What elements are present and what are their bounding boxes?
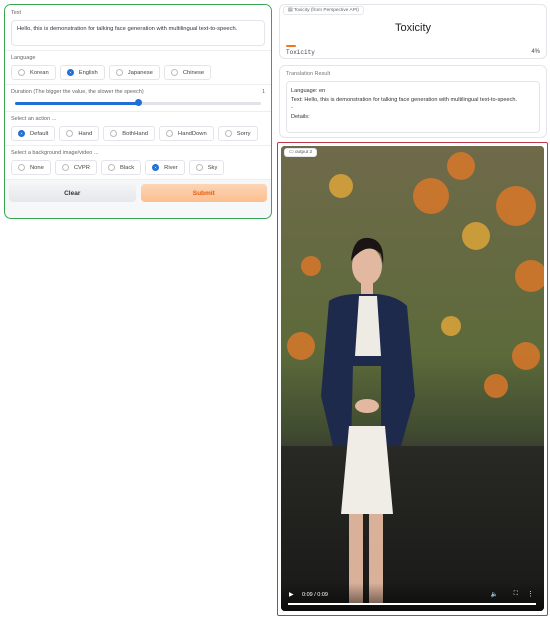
language-block: Language Korean English Japanese Chinese xyxy=(5,51,271,85)
radio-button-icon[interactable] xyxy=(18,69,25,76)
slider-thumb[interactable] xyxy=(134,99,142,106)
clear-button[interactable]: Clear xyxy=(9,184,136,202)
video-time: 0:09 / 0:09 xyxy=(302,592,328,598)
radio-label: CVPR xyxy=(73,164,90,171)
action-radio-group: Default Hand BothHand HandDown Sorry xyxy=(11,126,265,141)
radio-button-icon[interactable] xyxy=(18,130,25,137)
radio-label: Default xyxy=(30,130,49,137)
radio-button-icon[interactable] xyxy=(107,164,115,171)
toxicity-title: Toxicity xyxy=(394,22,432,34)
translation-line: Details: xyxy=(291,113,310,120)
toxicity-tag: ▤ Toxicity (from Perspective API) xyxy=(283,6,364,15)
radio-button-icon[interactable] xyxy=(115,69,123,76)
radio-option-cvpr[interactable]: CVPR xyxy=(54,160,97,175)
translation-label: Translation Result xyxy=(286,71,331,77)
background-radio-group: None CVPR Black River Sky xyxy=(11,160,265,175)
radio-option-handdown[interactable]: HandDown xyxy=(159,126,214,141)
volume-icon[interactable]: 🔈 xyxy=(491,591,498,598)
radio-label: Japanese xyxy=(127,69,153,76)
radio-label: Black xyxy=(119,164,135,171)
video-progress-bar[interactable] xyxy=(288,603,536,605)
language-radio-group: Korean English Japanese Chinese xyxy=(11,65,265,80)
video-controls: ▶ 0:09 / 0:09 🔈 ⛶ ⋮ xyxy=(281,583,544,611)
translation-line: - xyxy=(291,105,293,111)
radio-button-icon[interactable] xyxy=(152,164,160,171)
radio-button-icon[interactable] xyxy=(224,130,232,137)
input-panel: Text Hello, this is demonstration for ta… xyxy=(4,4,272,219)
text-label: Text xyxy=(11,10,22,16)
background-label: Select a background image/video ... xyxy=(11,150,99,156)
toxicity-card: ▤ Toxicity (from Perspective API) Toxici… xyxy=(279,4,547,59)
translation-output: Language: en Text: Hello, this is demons… xyxy=(286,81,540,133)
radio-button-icon[interactable] xyxy=(195,164,203,171)
action-label: Select an action ... xyxy=(11,116,57,122)
radio-option-bothhand[interactable]: BothHand xyxy=(103,126,156,141)
radio-label: Sky xyxy=(207,164,218,171)
radio-label: Chinese xyxy=(182,69,205,76)
radio-label: English xyxy=(78,69,98,76)
video-frame xyxy=(281,146,544,611)
radio-option-river[interactable]: River xyxy=(145,160,185,175)
radio-button-icon[interactable] xyxy=(166,130,174,137)
submit-button[interactable]: Submit xyxy=(140,184,267,202)
radio-option-black[interactable]: Black xyxy=(100,160,142,175)
translation-card: Translation Result Language: en Text: He… xyxy=(279,65,547,138)
radio-label: Korean xyxy=(30,69,49,76)
text-block: Text Hello, this is demonstration for ta… xyxy=(5,5,271,51)
radio-button-icon[interactable] xyxy=(61,164,69,171)
radio-label: None xyxy=(30,164,44,171)
radio-label: BothHand xyxy=(122,130,149,137)
radio-button-icon[interactable] xyxy=(66,69,74,76)
radio-option-korean[interactable]: Korean xyxy=(11,65,56,80)
radio-button-icon[interactable] xyxy=(110,130,118,137)
translation-line: Language: en xyxy=(291,88,326,94)
radio-option-sky[interactable]: Sky xyxy=(188,160,225,175)
radio-option-japanese[interactable]: Japanese xyxy=(108,65,160,80)
radio-option-sorry[interactable]: Sorry xyxy=(217,126,258,141)
fullscreen-icon[interactable]: ⛶ xyxy=(514,591,518,598)
text-input[interactable]: Hello, this is demonstration for talking… xyxy=(11,20,265,46)
play-icon[interactable]: ▶ xyxy=(289,591,294,598)
radio-label: Sorry xyxy=(236,130,251,137)
video-output: ▭ output 2 ▶ 0:09 / 0:09 🔈 ⛶ ⋮ xyxy=(277,142,548,616)
toxicity-row-value: 4% xyxy=(531,49,540,55)
duration-label: Duration (The bigger the value, the slow… xyxy=(11,89,144,95)
radio-button-icon[interactable] xyxy=(18,164,25,171)
radio-option-hand[interactable]: Hand xyxy=(59,126,100,141)
radio-label: River xyxy=(164,164,178,171)
toxicity-row-label: Toxicity xyxy=(286,49,315,56)
radio-option-default[interactable]: Default xyxy=(11,126,56,141)
video-tag: ▭ output 2 xyxy=(284,148,318,157)
duration-block: Duration (The bigger the value, the slow… xyxy=(5,85,271,112)
background-block: Select a background image/video ... None… xyxy=(5,146,271,180)
language-label: Language xyxy=(11,55,36,61)
radio-option-none[interactable]: None xyxy=(11,160,51,175)
radio-label: HandDown xyxy=(178,130,207,137)
radio-option-chinese[interactable]: Chinese xyxy=(163,65,212,80)
radio-button-icon[interactable] xyxy=(170,69,178,76)
radio-option-english[interactable]: English xyxy=(59,65,105,80)
duration-slider[interactable] xyxy=(11,99,265,107)
more-options-icon[interactable]: ⋮ xyxy=(527,590,534,598)
radio-button-icon[interactable] xyxy=(66,130,74,137)
radio-label: Hand xyxy=(78,130,93,137)
translation-line: Text: Hello, this is demonstration for t… xyxy=(291,96,518,103)
action-block: Select an action ... Default Hand BothHand… xyxy=(5,112,271,146)
duration-value: 1 xyxy=(261,89,265,95)
video-player[interactable]: ▭ output 2 ▶ 0:09 / 0:09 🔈 ⛶ ⋮ xyxy=(281,146,544,611)
toxicity-bar xyxy=(286,45,297,47)
